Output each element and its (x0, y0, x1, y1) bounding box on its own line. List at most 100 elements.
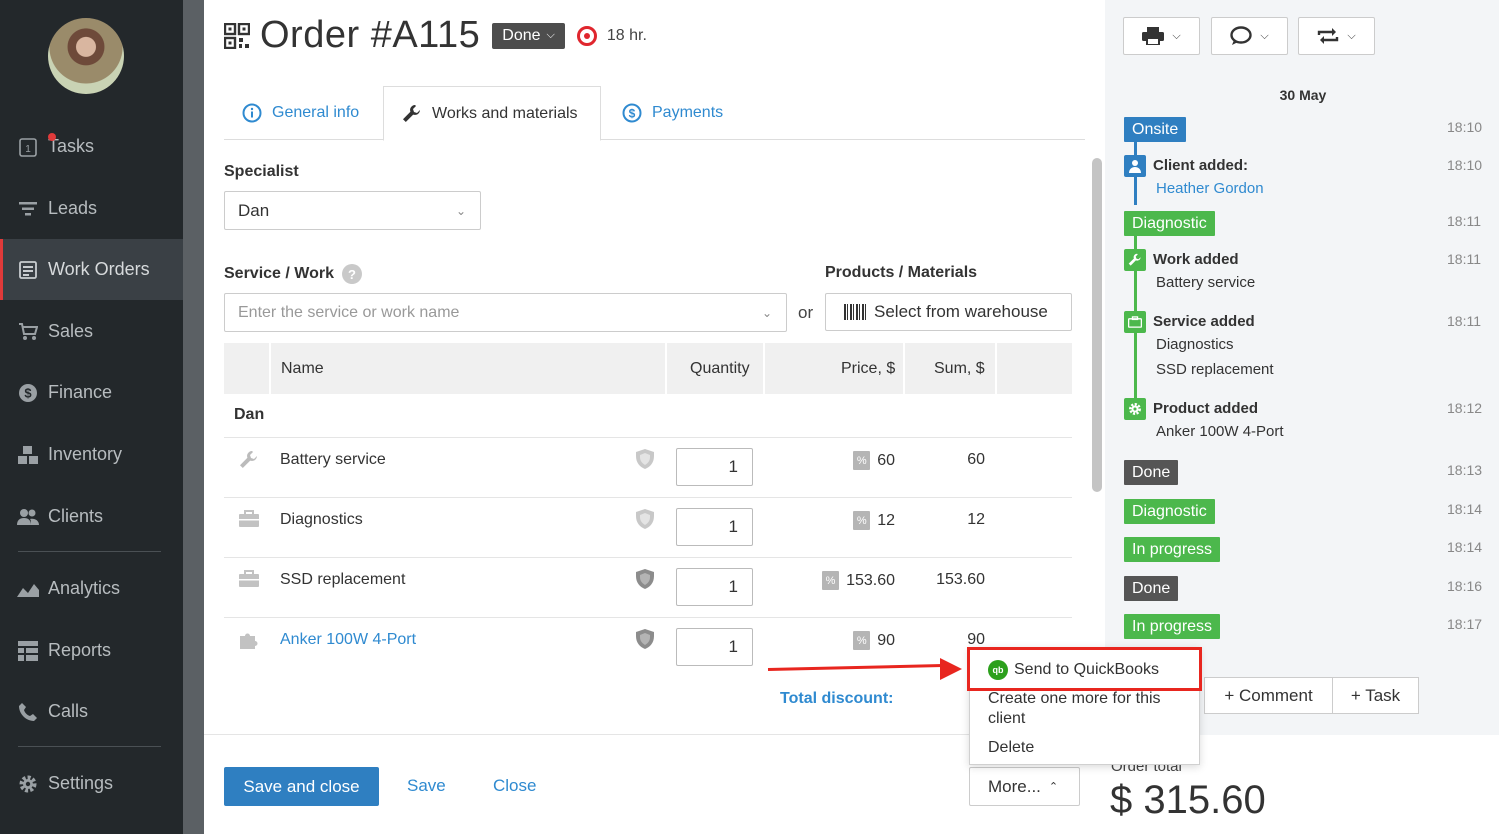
quantity-input[interactable]: 1 (676, 508, 753, 546)
column-divider (665, 343, 667, 394)
save-and-close-button[interactable]: Save and close (224, 767, 379, 806)
briefcase-icon (1124, 311, 1146, 333)
sidebar-divider (18, 551, 161, 552)
briefcase-icon (238, 570, 262, 590)
event-detail: Battery service (1156, 274, 1256, 291)
event-time: 18:16 (1447, 578, 1483, 594)
sidebar-item-label: Inventory (48, 444, 123, 464)
transfer-button[interactable]: ⌵ (1298, 17, 1375, 55)
row-name: Diagnostics (280, 511, 363, 528)
column-name: Name (281, 359, 324, 377)
shield-icon[interactable] (635, 628, 655, 650)
reports-icon (17, 640, 39, 662)
info-icon (242, 103, 262, 123)
more-label: More... (988, 776, 1041, 796)
sidebar-item-inventory[interactable]: Inventory (0, 424, 183, 485)
quantity-input[interactable]: 1 (676, 568, 753, 606)
gear-icon (17, 773, 39, 795)
client-link[interactable]: Heather Gordon (1156, 180, 1264, 197)
tab-label: Works and materials (432, 104, 578, 122)
sidebar-item-reports[interactable]: Reports (0, 620, 183, 681)
delete-item[interactable]: Delete (988, 738, 1034, 758)
notification-dot (48, 132, 56, 141)
status-badge: In progress (1124, 537, 1221, 562)
row-price[interactable]: % 60 (853, 451, 895, 470)
chevron-down-icon: ⌵ (1260, 29, 1269, 42)
sidebar-item-analytics[interactable]: Analytics (0, 558, 183, 619)
quantity-input[interactable]: 1 (676, 448, 753, 486)
avatar[interactable] (48, 18, 124, 94)
select-from-warehouse-button[interactable]: Select from warehouse (825, 293, 1072, 331)
service-label-text: Service / Work (224, 265, 334, 283)
dollar-circle-icon: $ (622, 103, 642, 123)
shield-icon[interactable] (635, 508, 655, 530)
sidebar-item-leads[interactable]: Leads (0, 178, 183, 239)
column-sum: Sum, $ (934, 359, 985, 377)
more-button[interactable]: More... ⌃ (969, 767, 1080, 806)
discount-icon[interactable]: % (853, 511, 871, 530)
sidebar-item-tasks[interactable]: 1 Tasks (0, 116, 183, 177)
price-value: 12 (877, 511, 895, 529)
row-price[interactable]: % 153.60 (822, 571, 895, 590)
quantity-input[interactable]: 1 (676, 628, 753, 666)
svg-text:$: $ (24, 385, 32, 400)
tab-general-info[interactable]: General info (242, 86, 359, 140)
sidebar-item-finance[interactable]: $ Finance (0, 362, 183, 423)
save-button[interactable]: Save (407, 776, 446, 796)
sidebar-item-work-orders[interactable]: Work Orders (0, 239, 183, 300)
column-divider (995, 343, 997, 394)
sidebar-item-calls[interactable]: Calls (0, 681, 183, 742)
shield-icon[interactable] (635, 568, 655, 590)
table-row: SSD replacement 1 % 153.60 153.60 (224, 557, 1072, 617)
message-button[interactable]: ⌵ (1211, 17, 1288, 55)
printer-icon (1142, 27, 1165, 45)
specialist-select[interactable]: Dan ⌄ (224, 191, 481, 230)
status-dropdown[interactable]: Done ⌵ (492, 22, 565, 49)
wrench-icon (1124, 249, 1146, 271)
print-button[interactable]: ⌵ (1123, 17, 1200, 55)
discount-icon[interactable]: % (853, 451, 871, 470)
service-input[interactable]: Enter the service or work name ⌄ (224, 293, 787, 332)
products-label: Products / Materials (825, 264, 978, 281)
tab-payments[interactable]: $ Payments (622, 86, 723, 140)
status-label: Done (502, 26, 541, 44)
highlight-box (967, 647, 1202, 691)
inventory-icon (17, 444, 39, 466)
service-label: Service / Work? (224, 264, 362, 284)
cart-icon (17, 321, 39, 343)
chevron-up-icon: ⌃ (1048, 781, 1059, 793)
tab-label: Payments (652, 104, 724, 121)
column-quantity: Quantity (690, 359, 750, 377)
discount-icon[interactable]: % (822, 571, 840, 590)
event-title: Service added (1153, 313, 1255, 330)
row-price[interactable]: % 90 (853, 631, 895, 650)
add-task-button[interactable]: + Task (1332, 677, 1419, 714)
create-one-more-item[interactable]: Create one more for this client (988, 689, 1188, 729)
qr-code-icon[interactable] (224, 22, 250, 49)
row-name: SSD replacement (280, 571, 406, 588)
add-comment-button[interactable]: + Comment (1204, 677, 1333, 714)
scrollbar[interactable] (1092, 158, 1102, 492)
table-header: Name Quantity Price, $ Sum, $ (224, 343, 1072, 394)
discount-icon[interactable]: % (853, 631, 871, 650)
svg-text:1: 1 (25, 144, 31, 155)
target-icon (576, 25, 597, 46)
close-button[interactable]: Close (493, 776, 536, 796)
event-detail: SSD replacement (1156, 361, 1274, 378)
help-icon[interactable]: ? (341, 264, 362, 284)
table-row: Battery service 1 % 60 60 (224, 437, 1072, 497)
chevron-down-icon: ⌄ (455, 203, 466, 218)
shield-icon[interactable] (635, 448, 655, 470)
sidebar-item-clients[interactable]: Clients (0, 486, 183, 547)
sidebar-item-settings[interactable]: Settings (0, 753, 183, 814)
hours-label: 18 hr. (606, 26, 647, 44)
tab-works-and-materials[interactable]: Works and materials (383, 86, 601, 141)
event-title: Work added (1153, 251, 1239, 268)
product-link[interactable]: Anker 100W 4-Port (280, 631, 416, 649)
event-time: 18:13 (1447, 462, 1483, 478)
row-price[interactable]: % 12 (853, 511, 895, 530)
sidebar-item-sales[interactable]: Sales (0, 301, 183, 362)
total-discount-label: Total discount: (780, 690, 894, 707)
table-row: Diagnostics 1 % 12 12 (224, 497, 1072, 557)
status-badge: Diagnostic (1124, 211, 1215, 236)
